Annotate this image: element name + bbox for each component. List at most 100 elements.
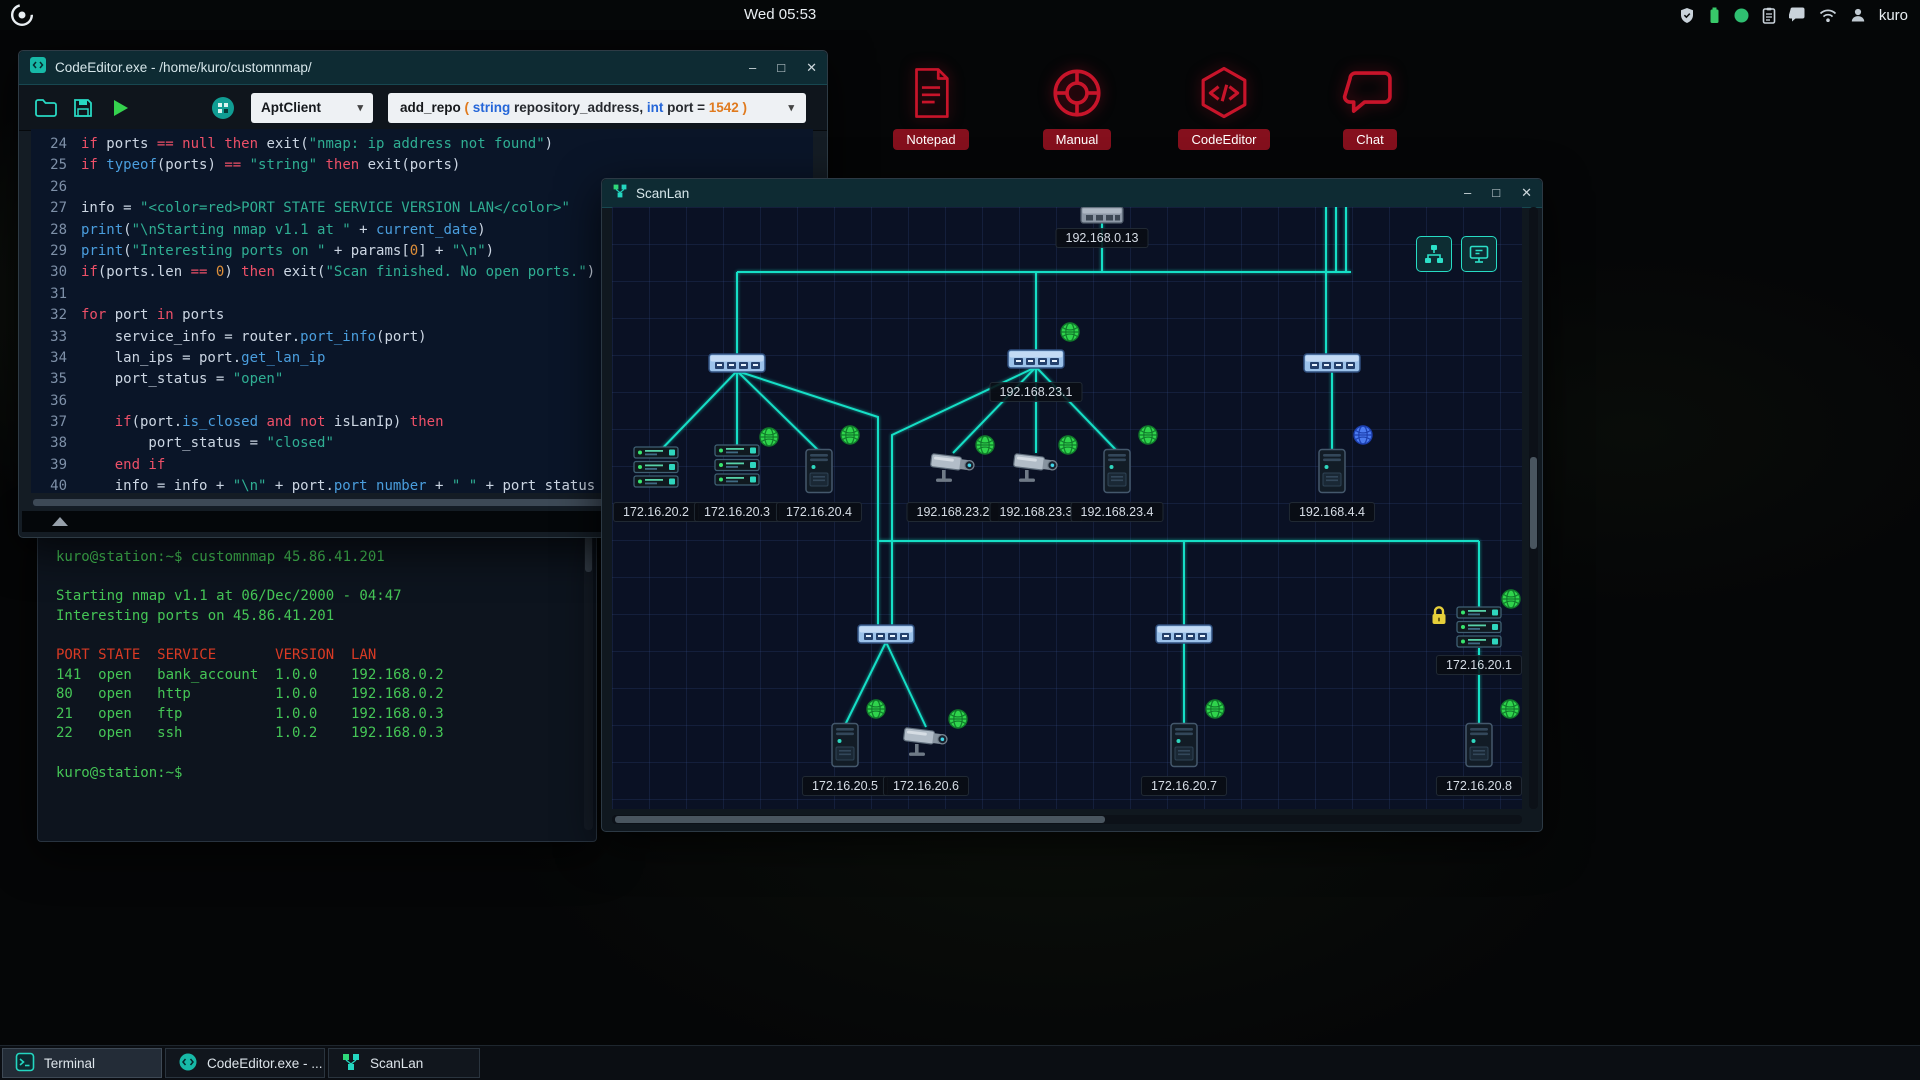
switch-device-icon[interactable]: [857, 622, 915, 646]
internet-globe-icon[interactable]: [1353, 425, 1374, 446]
device-ip-label: 172.16.20.6: [883, 776, 969, 796]
topology-view-button[interactable]: [1416, 236, 1452, 272]
manual-icon: [1048, 64, 1106, 122]
battery-icon[interactable]: [1708, 7, 1721, 24]
camera-device-icon[interactable]: [902, 723, 950, 759]
terminal-line: kuro@station:~$: [56, 764, 580, 784]
internet-globe-icon[interactable]: [1205, 699, 1226, 720]
scanlan-app-icon: [612, 183, 628, 204]
internet-globe-icon[interactable]: [1058, 435, 1079, 456]
code-editor-toolbar: AptClient ▾ add_repo ( string repository…: [19, 85, 827, 131]
user-avatar-icon[interactable]: [1850, 7, 1866, 23]
terminal-line: PORT STATE SERVICE VERSION LAN: [56, 646, 580, 666]
network-map[interactable]: 192.168.0.13192.168.23.1172.16.20.2172.1…: [612, 207, 1522, 809]
device-ip-label: 192.168.23.2: [907, 502, 1000, 522]
desktop-icon-chat[interactable]: Chat: [1310, 64, 1430, 150]
terminal-icon: [15, 1052, 35, 1075]
remote-screen-button[interactable]: [1461, 236, 1497, 272]
taskbar: Terminal CodeEditor.exe - ... ScanLan: [0, 1045, 1920, 1080]
internet-globe-icon[interactable]: [975, 435, 996, 456]
taskbar-tab-terminal[interactable]: Terminal: [2, 1048, 162, 1078]
status-dot-icon[interactable]: [1734, 8, 1749, 23]
library-dropdown[interactable]: AptClient ▾: [251, 93, 373, 123]
aptclient-icon[interactable]: [210, 95, 236, 121]
taskbar-tab-scanlan[interactable]: ScanLan: [328, 1048, 480, 1078]
switch-device-icon[interactable]: [708, 351, 766, 375]
terminal-line: [56, 744, 580, 764]
tower-device-icon[interactable]: [1317, 448, 1347, 494]
terminal-line: 21 open ftp 1.0.0 192.168.0.3: [56, 705, 580, 725]
desktop-icon-manual[interactable]: Manual: [1017, 64, 1137, 150]
switch-device-icon[interactable]: [1303, 351, 1361, 375]
internet-globe-icon[interactable]: [948, 709, 969, 730]
tab-label: CodeEditor.exe - ...: [207, 1056, 323, 1071]
clipboard-icon[interactable]: [1762, 7, 1776, 24]
map-devices: 192.168.0.13192.168.23.1172.16.20.2172.1…: [612, 207, 1522, 809]
switch-device-icon[interactable]: [1155, 622, 1213, 646]
run-button[interactable]: [105, 93, 135, 123]
tab-label: ScanLan: [370, 1056, 423, 1071]
chevron-down-icon: ▾: [788, 101, 794, 114]
close-button[interactable]: ✕: [806, 60, 817, 76]
chat-bubble-icon[interactable]: [1789, 7, 1806, 23]
minimize-button[interactable]: –: [749, 60, 756, 76]
close-button[interactable]: ✕: [1521, 185, 1532, 201]
code-editor-app-icon: [29, 56, 47, 79]
function-signature: add_repo ( string repository_address, in…: [400, 100, 747, 115]
expand-arrow-icon[interactable]: [52, 517, 68, 526]
device-ip-label: 172.16.20.1: [1436, 655, 1522, 675]
tower-device-icon[interactable]: [1464, 722, 1494, 768]
function-signature-dropdown[interactable]: add_repo ( string repository_address, in…: [388, 93, 806, 123]
map-vscrollbar[interactable]: [1529, 207, 1538, 809]
username[interactable]: kuro: [1879, 7, 1908, 24]
internet-globe-icon[interactable]: [1501, 589, 1522, 610]
minimize-button[interactable]: –: [1464, 185, 1471, 201]
desktop-icon-codeeditor[interactable]: CodeEditor: [1164, 64, 1284, 150]
tower-device-icon[interactable]: [830, 722, 860, 768]
internet-globe-icon[interactable]: [1138, 425, 1159, 446]
device-ip-label: 172.16.20.2: [613, 502, 699, 522]
desktop-icon-notepad[interactable]: Notepad: [871, 64, 991, 150]
desktop-icon-label: Notepad: [893, 129, 968, 150]
tower-device-icon[interactable]: [804, 448, 834, 494]
switch-device-icon[interactable]: [1007, 347, 1065, 371]
shield-icon[interactable]: [1679, 7, 1695, 24]
device-ip-label: 172.16.20.4: [776, 502, 862, 522]
tower-device-icon[interactable]: [1102, 448, 1132, 494]
internet-globe-icon[interactable]: [840, 425, 861, 446]
camera-device-icon[interactable]: [929, 449, 977, 485]
terminal-line: [56, 568, 580, 588]
desktop-icon-label: Chat: [1343, 129, 1396, 150]
os-logo-icon[interactable]: [10, 3, 34, 27]
terminal-window: kuro@station:~$ customnmap 45.86.41.201 …: [37, 519, 597, 842]
device-ip-label: 192.168.23.4: [1071, 502, 1164, 522]
internet-globe-icon[interactable]: [759, 427, 780, 448]
wifi-icon[interactable]: [1819, 8, 1837, 23]
tab-label: Terminal: [44, 1056, 95, 1071]
terminal-line: [56, 626, 580, 646]
device-ip-label: 192.168.23.1: [990, 382, 1083, 402]
terminal-output[interactable]: kuro@station:~$ customnmap 45.86.41.201 …: [56, 548, 580, 833]
server-device-icon[interactable]: [1456, 606, 1502, 648]
map-hscrollbar[interactable]: [612, 815, 1522, 824]
taskbar-tab-codeeditor[interactable]: CodeEditor.exe - ...: [165, 1048, 325, 1078]
maximize-button[interactable]: □: [1492, 185, 1500, 201]
scanlan-titlebar[interactable]: ScanLan – □ ✕: [602, 179, 1542, 208]
open-file-button[interactable]: [31, 93, 61, 123]
switch-device-icon[interactable]: [1080, 207, 1124, 225]
code-editor-titlebar[interactable]: CodeEditor.exe - /home/kuro/customnmap/ …: [19, 51, 827, 85]
internet-globe-icon[interactable]: [866, 699, 887, 720]
internet-globe-icon[interactable]: [1500, 699, 1521, 720]
maximize-button[interactable]: □: [777, 60, 785, 76]
save-file-button[interactable]: [68, 93, 98, 123]
chat-icon: [1341, 64, 1399, 122]
server-device-icon[interactable]: [633, 446, 679, 488]
camera-device-icon[interactable]: [1012, 449, 1060, 485]
server-device-icon[interactable]: [714, 444, 760, 486]
terminal-scrollbar[interactable]: [584, 534, 593, 830]
device-ip-label: 172.16.20.8: [1436, 776, 1522, 796]
internet-globe-icon[interactable]: [1060, 322, 1081, 343]
tower-device-icon[interactable]: [1169, 722, 1199, 768]
terminal-line: 80 open http 1.0.0 192.168.0.2: [56, 685, 580, 705]
code-line: 24if ports == null then exit("nmap: ip a…: [31, 134, 813, 155]
